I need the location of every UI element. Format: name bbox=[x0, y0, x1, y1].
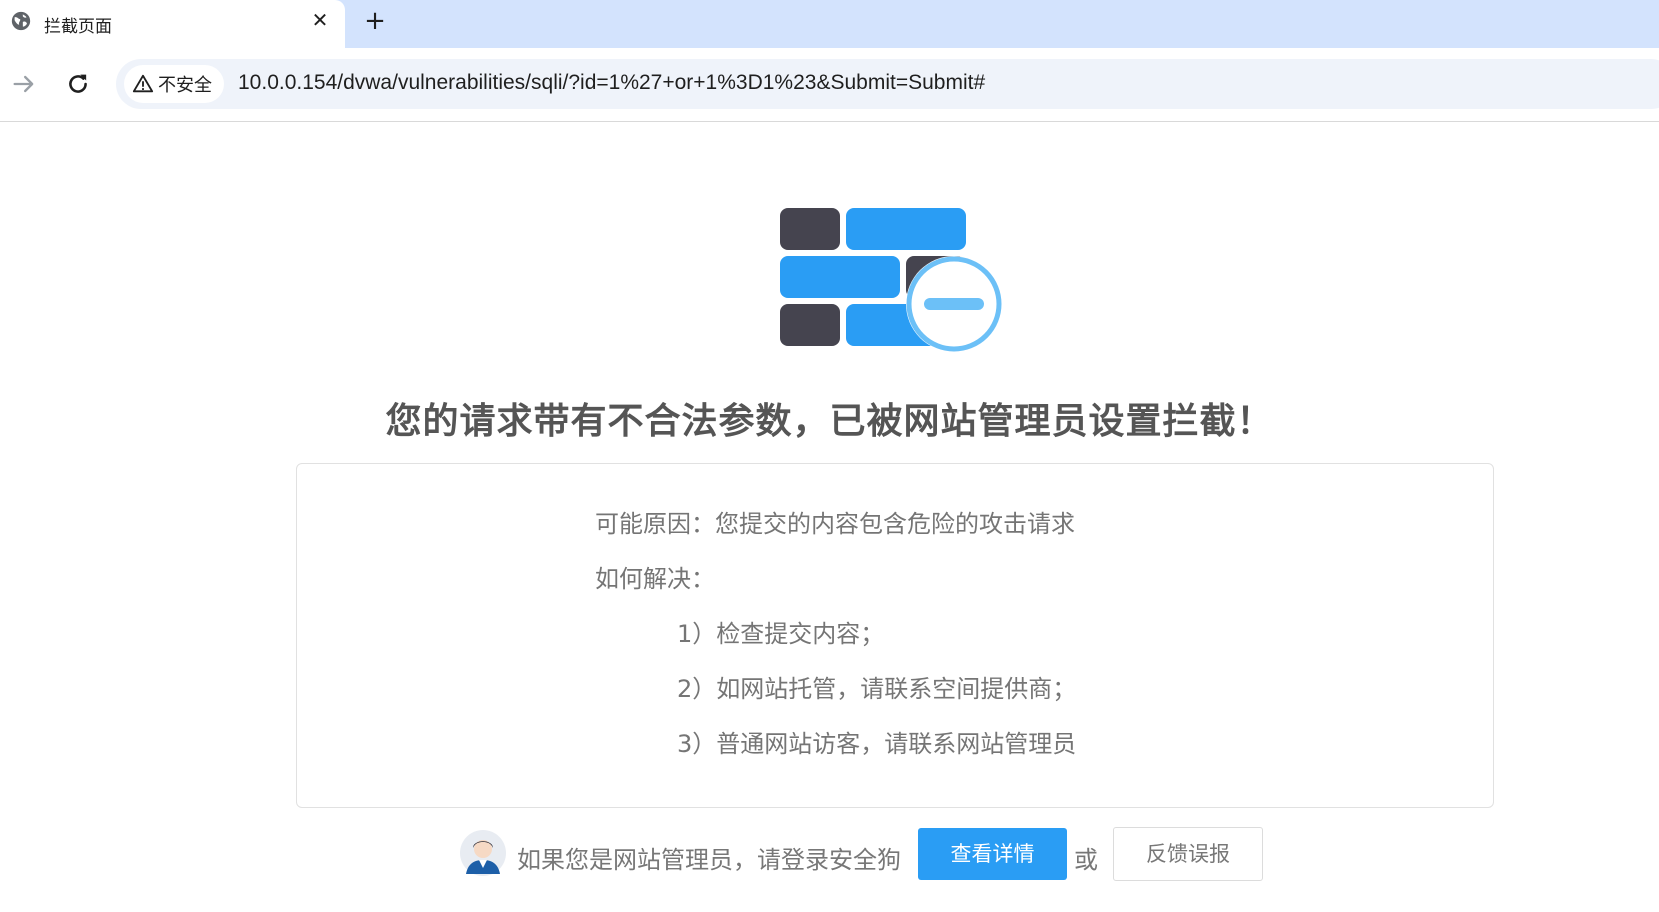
globe-icon bbox=[11, 11, 31, 31]
or-text: 或 bbox=[1074, 846, 1098, 874]
resolve-heading: 如何解决： bbox=[595, 565, 715, 593]
admin-avatar-icon bbox=[460, 830, 506, 876]
browser-toolbar: 不安全 10.0.0.154/dvwa/vulnerabilities/sqli… bbox=[0, 48, 1659, 122]
firewall-blocked-icon bbox=[780, 208, 1002, 352]
resolve-step: 2）如网站托管，请联系空间提供商； bbox=[677, 675, 1077, 703]
warning-triangle-icon bbox=[132, 74, 154, 93]
url-text[interactable]: 10.0.0.154/dvwa/vulnerabilities/sqli/?id… bbox=[238, 71, 985, 95]
info-panel: 可能原因：您提交的内容包含危险的攻击请求 如何解决： 1）检查提交内容； 2）如… bbox=[296, 463, 1494, 808]
address-bar[interactable]: 不安全 10.0.0.154/dvwa/vulnerabilities/sqli… bbox=[116, 59, 1659, 109]
resolve-step: 1）检查提交内容； bbox=[677, 620, 885, 648]
view-details-button[interactable]: 查看详情 bbox=[918, 828, 1067, 880]
browser-tab-active[interactable]: 拦截页面 ✕ bbox=[0, 0, 345, 48]
page-title: 您的请求带有不合法参数，已被网站管理员设置拦截！ bbox=[385, 401, 1274, 442]
reload-icon[interactable] bbox=[64, 70, 92, 98]
resolve-step: 3）普通网站访客，请联系网站管理员 bbox=[677, 730, 1077, 758]
close-icon[interactable]: ✕ bbox=[308, 8, 332, 32]
tab-strip: 拦截页面 ✕ + bbox=[0, 0, 1659, 48]
admin-footer: 如果您是网站管理员，请登录安全狗 查看详情 或 反馈误报 bbox=[460, 827, 1263, 884]
security-indicator[interactable]: 不安全 bbox=[124, 65, 224, 103]
report-false-positive-button[interactable]: 反馈误报 bbox=[1113, 827, 1263, 881]
security-label: 不安全 bbox=[158, 75, 212, 96]
new-tab-button[interactable]: + bbox=[362, 8, 388, 34]
arrow-right-icon[interactable] bbox=[10, 70, 38, 98]
admin-prompt-text: 如果您是网站管理员，请登录安全狗 bbox=[517, 846, 901, 874]
tab-title: 拦截页面 bbox=[44, 17, 112, 37]
reason-text: 可能原因：您提交的内容包含危险的攻击请求 bbox=[595, 510, 1075, 538]
